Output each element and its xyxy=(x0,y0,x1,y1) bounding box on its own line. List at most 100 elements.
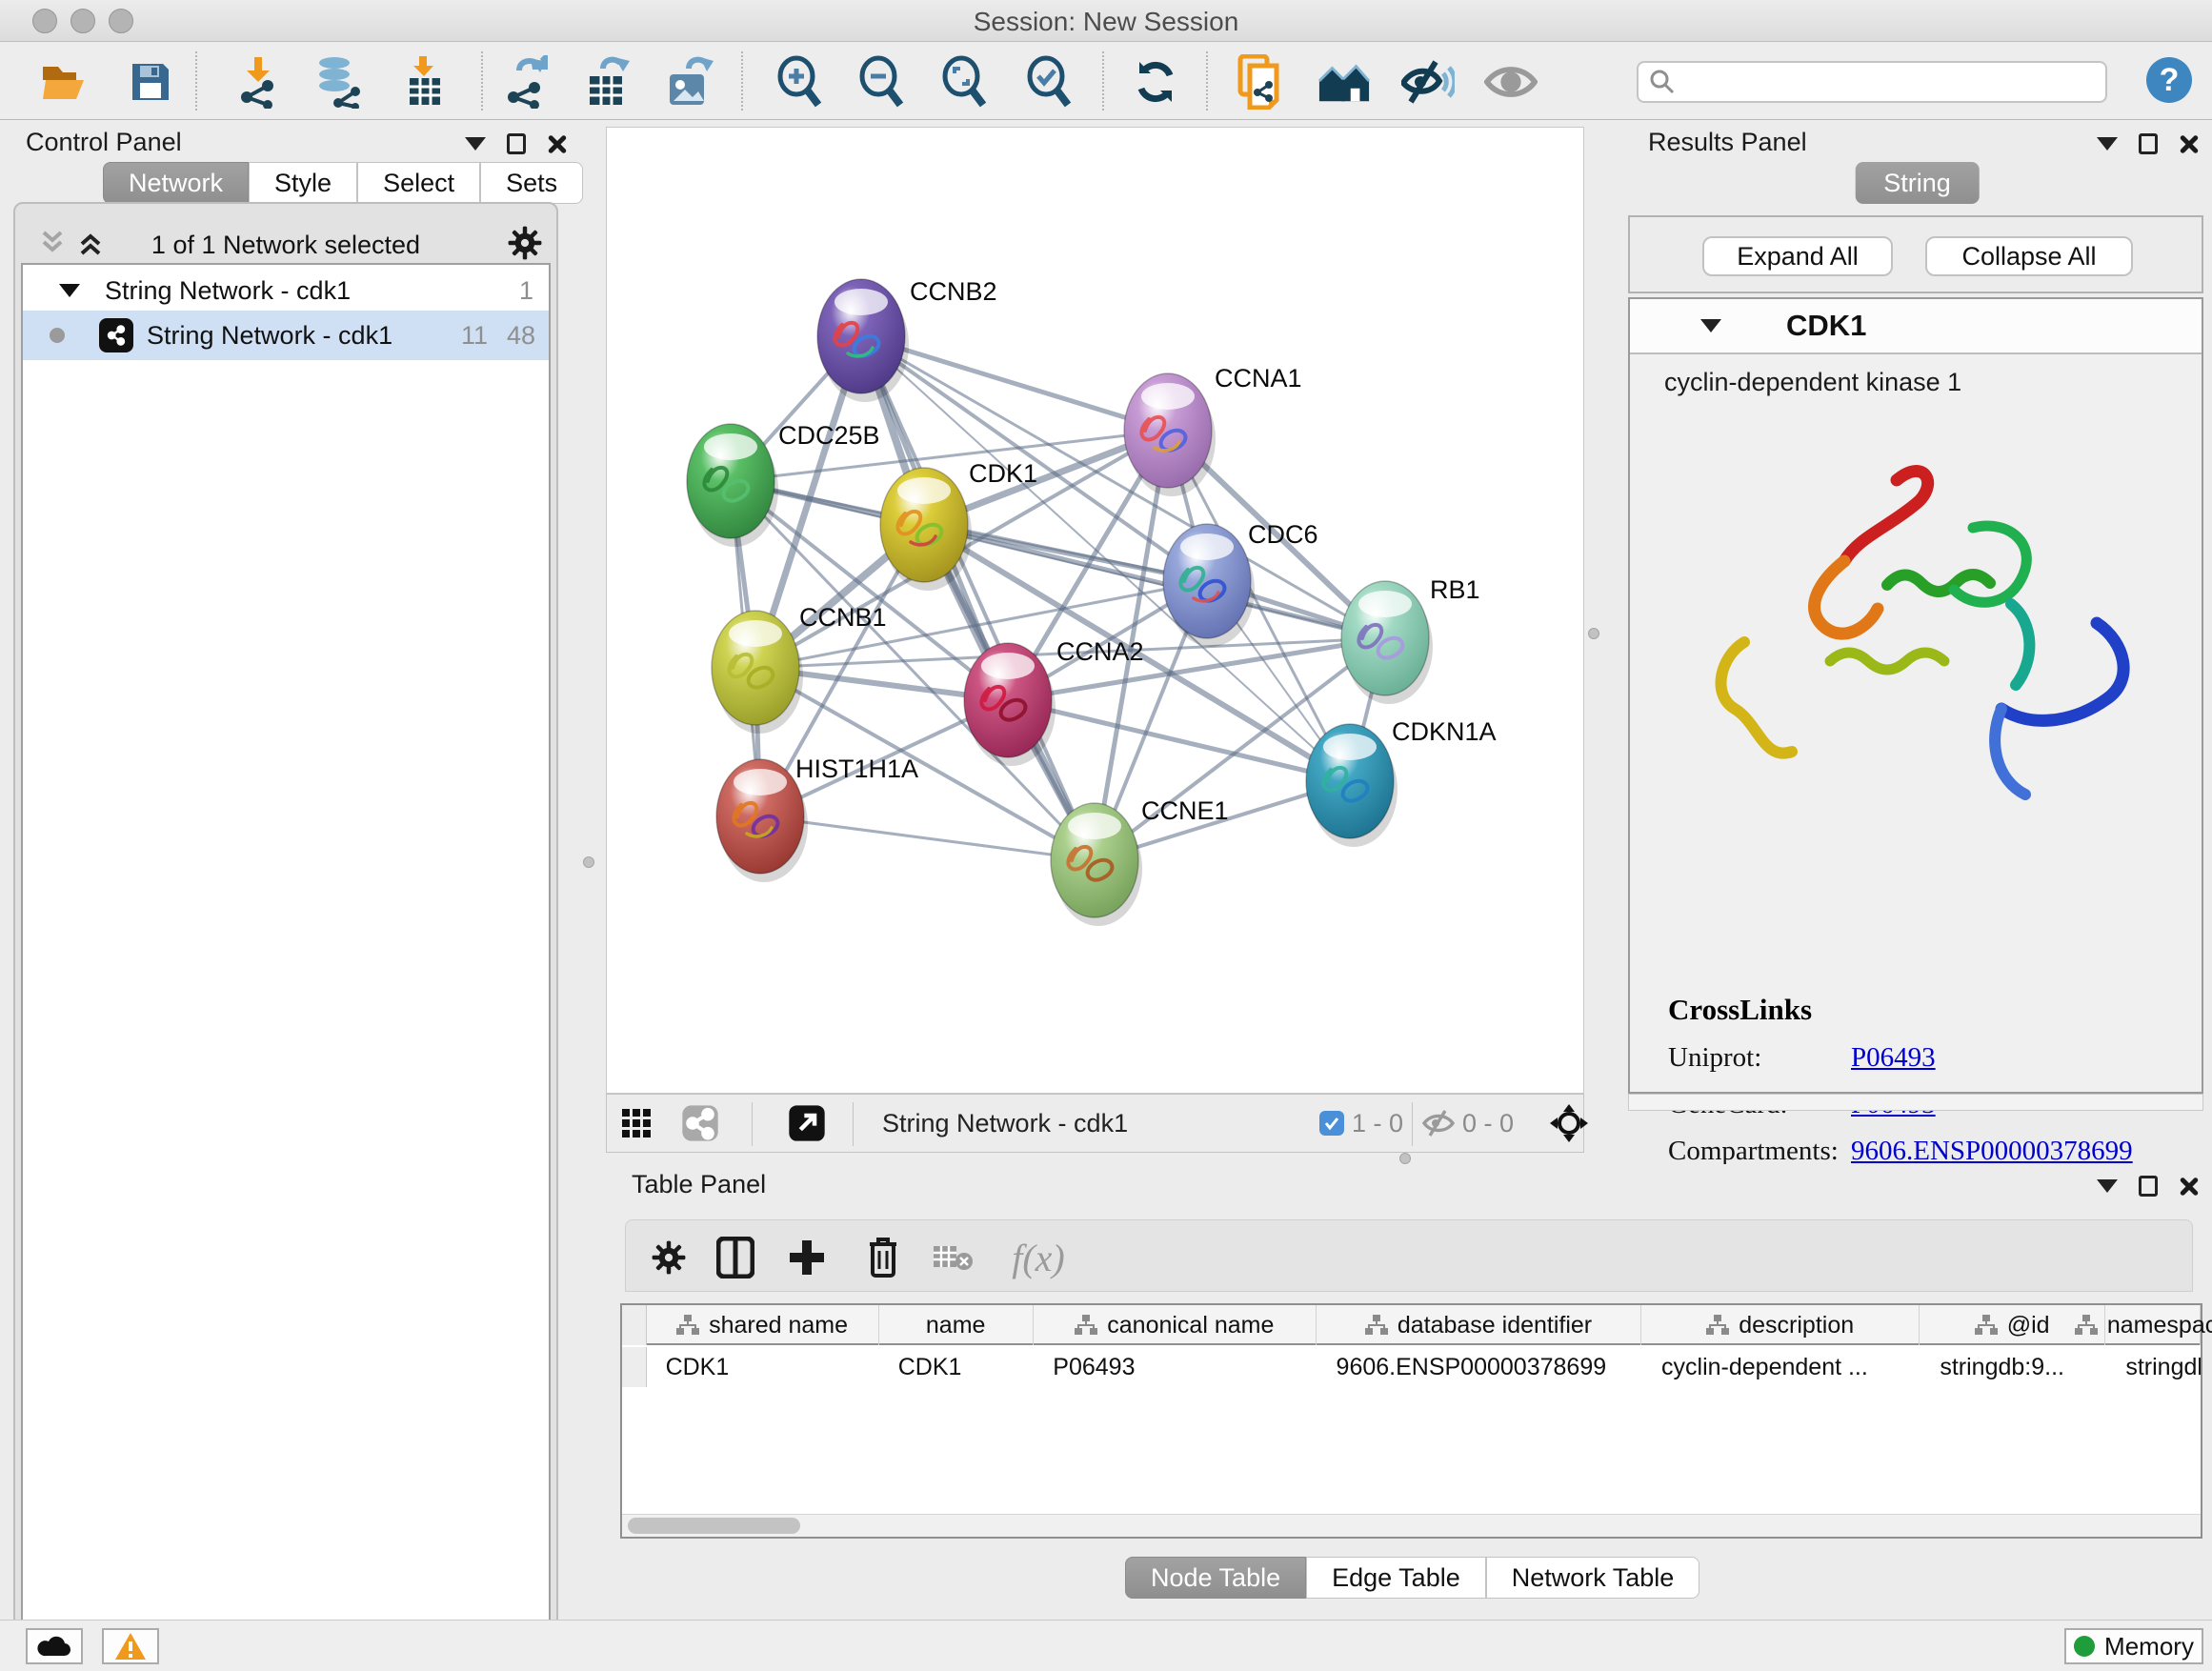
open-session-icon[interactable] xyxy=(38,55,91,109)
gene-description: cyclin-dependent kinase 1 xyxy=(1664,368,1961,397)
network-row[interactable]: String Network - cdk1 11 48 xyxy=(23,311,549,360)
first-neighbors-icon[interactable] xyxy=(1317,55,1371,109)
show-columns-icon[interactable] xyxy=(712,1234,759,1281)
network-status-dot xyxy=(50,328,65,343)
panel-float-icon[interactable] xyxy=(507,133,526,154)
right-splitter-handle[interactable] xyxy=(1588,628,1599,639)
network-node-ccnb1[interactable] xyxy=(712,611,803,734)
network-node-ccnb2[interactable] xyxy=(817,279,909,402)
tab-node-table[interactable]: Node Table xyxy=(1125,1557,1306,1599)
export-network-icon[interactable] xyxy=(498,55,552,109)
tab-network[interactable]: Network xyxy=(103,162,249,204)
save-session-icon[interactable] xyxy=(124,55,177,109)
network-canvas[interactable]: CCNB2CCNA1CDC25BCDK1CDC6RB1CCNB1CCNA2CDK… xyxy=(606,127,1584,1094)
panel-close-icon[interactable] xyxy=(547,133,568,154)
collection-expand-icon[interactable] xyxy=(59,284,80,297)
table-settings-gear-icon[interactable] xyxy=(645,1234,693,1281)
table-row[interactable]: CDK1CDK1P064939606.ENSP00000378699cyclin… xyxy=(622,1347,2201,1387)
table-toolbar: f(x) xyxy=(625,1219,2193,1292)
panel-menu-icon[interactable] xyxy=(2097,137,2118,151)
left-splitter-handle[interactable] xyxy=(583,856,594,868)
panel-menu-icon[interactable] xyxy=(2097,1179,2118,1193)
panel-close-icon[interactable] xyxy=(2179,1176,2200,1197)
node-label-cdkn1a: CDKN1A xyxy=(1392,717,1497,746)
scrollbar-thumb[interactable] xyxy=(628,1518,800,1534)
zoom-fit-icon[interactable] xyxy=(938,55,992,109)
main-toolbar: ? xyxy=(0,42,2212,120)
crosslink-link[interactable]: 9606.ENSP00000378699 xyxy=(1851,1136,2133,1167)
export-image-icon[interactable] xyxy=(663,55,716,109)
tab-string[interactable]: String xyxy=(1855,162,1980,204)
zoom-in-icon[interactable] xyxy=(774,55,827,109)
refresh-icon[interactable] xyxy=(1129,55,1182,109)
column-header-database-identifier[interactable]: database identifier xyxy=(1317,1305,1641,1345)
delete-table-icon[interactable] xyxy=(929,1234,976,1281)
birdseye-navigator-icon[interactable] xyxy=(1548,1102,1590,1144)
grid-view-icon[interactable] xyxy=(621,1108,652,1138)
gene-header-row[interactable]: CDK1 xyxy=(1630,299,2202,354)
export-table-icon[interactable] xyxy=(580,55,633,109)
tab-style[interactable]: Style xyxy=(249,162,357,204)
column-header-shared-name[interactable]: shared name xyxy=(647,1305,879,1345)
memory-button[interactable]: Memory xyxy=(2064,1628,2203,1664)
network-node-cdc6[interactable] xyxy=(1163,524,1255,647)
title-bar: Session: New Session xyxy=(0,0,2212,42)
hide-selected-icon[interactable] xyxy=(1401,55,1455,109)
warning-button[interactable] xyxy=(102,1628,159,1664)
column-header-name[interactable]: name xyxy=(879,1305,1034,1345)
add-column-icon[interactable] xyxy=(783,1234,831,1281)
detach-view-icon[interactable] xyxy=(788,1104,826,1142)
tab-select[interactable]: Select xyxy=(357,162,480,204)
string-view-icon[interactable] xyxy=(681,1104,719,1142)
show-graphics-details-icon[interactable] xyxy=(1484,55,1538,109)
network-graph: CCNB2CCNA1CDC25BCDK1CDC6RB1CCNB1CCNA2CDK… xyxy=(607,128,1585,1095)
import-network-icon[interactable] xyxy=(231,55,285,109)
column-label: namespace xyxy=(2107,1312,2212,1339)
network-node-cdk1[interactable] xyxy=(880,468,972,591)
collection-row[interactable]: String Network - cdk1 1 xyxy=(23,269,549,312)
column-header-description[interactable]: description xyxy=(1641,1305,1920,1345)
zoom-out-icon[interactable] xyxy=(855,55,909,109)
tab-edge-table[interactable]: Edge Table xyxy=(1306,1557,1486,1599)
search-input[interactable] xyxy=(1677,68,2086,97)
table-cell: 9606.ENSP00000378699 xyxy=(1317,1347,1642,1387)
function-builder-icon[interactable]: f(x) xyxy=(995,1234,1081,1281)
column-header-namespace[interactable]: namespace xyxy=(2105,1305,2201,1345)
network-node-ccna2[interactable] xyxy=(964,643,1056,766)
search-bar[interactable] xyxy=(1637,61,2107,103)
warning-icon xyxy=(114,1632,147,1661)
bottom-splitter-handle[interactable] xyxy=(1399,1153,1411,1164)
delete-column-icon[interactable] xyxy=(859,1234,907,1281)
network-edge[interactable] xyxy=(1008,700,1350,781)
panel-float-icon[interactable] xyxy=(2139,1176,2158,1197)
expand-all-button[interactable]: Expand All xyxy=(1702,236,1893,276)
results-scrollbar[interactable] xyxy=(1628,1094,2203,1111)
help-button[interactable]: ? xyxy=(2146,57,2192,103)
gene-collapse-icon[interactable] xyxy=(1700,319,1721,332)
control-panel: Control Panel NetworkStyleSelectSets 1 o… xyxy=(0,120,572,1620)
tab-sets[interactable]: Sets xyxy=(480,162,583,204)
collapse-all-button[interactable]: Collapse All xyxy=(1925,236,2133,276)
selected-checkbox[interactable] xyxy=(1319,1111,1344,1136)
zoom-selected-icon[interactable] xyxy=(1023,55,1076,109)
column-header-canonical-name[interactable]: canonical name xyxy=(1034,1305,1317,1345)
panel-float-icon[interactable] xyxy=(2139,133,2158,154)
cloud-button[interactable] xyxy=(26,1628,83,1664)
table-panel-header-icons xyxy=(2097,1176,2200,1197)
network-node-rb1[interactable] xyxy=(1341,581,1433,704)
tab-network-table[interactable]: Network Table xyxy=(1486,1557,1700,1599)
collection-count: 1 xyxy=(519,276,533,306)
network-node-hist1h1a[interactable] xyxy=(716,759,808,882)
panel-close-icon[interactable] xyxy=(2179,133,2200,154)
node-label-cdk1: CDK1 xyxy=(969,459,1037,488)
crosslink-link[interactable]: P06493 xyxy=(1851,1042,1936,1074)
network-edge[interactable] xyxy=(760,816,1095,860)
network-node-cdkn1a[interactable] xyxy=(1306,724,1398,847)
gear-icon[interactable] xyxy=(507,225,543,261)
import-table-icon[interactable] xyxy=(398,55,452,109)
import-network-database-icon[interactable] xyxy=(312,55,365,109)
clone-network-icon[interactable] xyxy=(1234,55,1287,109)
panel-menu-icon[interactable] xyxy=(465,137,486,151)
table-horizontal-scrollbar[interactable] xyxy=(622,1514,2201,1537)
network-node-ccne1[interactable] xyxy=(1051,803,1142,926)
